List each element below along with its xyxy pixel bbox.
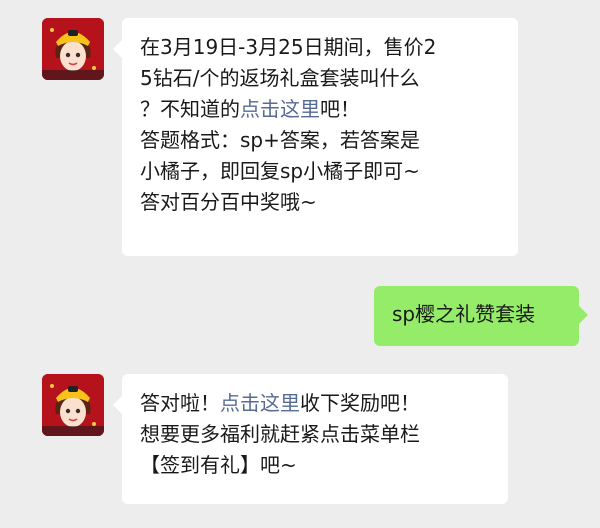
message-line: 【签到有礼】吧~ (140, 453, 297, 477)
message-line: 想要更多福利就赶紧点击菜单栏 (140, 422, 420, 446)
message-line: 5钻石/个的返场礼盒套装叫什么 (140, 66, 420, 90)
message-text: 吧！ (320, 97, 360, 121)
sender-avatar[interactable] (42, 18, 104, 80)
click-here-link[interactable]: 点击这里 (220, 391, 300, 415)
click-here-link[interactable]: 点击这里 (240, 97, 320, 121)
message-line: 在3月19日-3月25日期间，售价2 (140, 35, 437, 59)
message-bubble-incoming: 答对啦！点击这里收下奖励吧！ 想要更多福利就赶紧点击菜单栏 【签到有礼】吧~ (113, 374, 508, 504)
message-line: 答对啦！点击这里收下奖励吧！ (140, 388, 490, 419)
message-line: sp樱之礼赞套装 (392, 302, 536, 326)
message-line: 小橘子，即回复sp小橘子即可~ (140, 159, 420, 183)
game-character-avatar-icon (42, 374, 104, 436)
game-character-avatar-icon (42, 18, 104, 80)
sender-avatar[interactable] (42, 374, 104, 436)
message-text: 收下奖励吧！ (300, 391, 420, 415)
message-line: 答题格式：sp+答案，若答案是 (140, 128, 420, 152)
message-bubble-outgoing: sp樱之礼赞套装 (374, 286, 588, 346)
message-text: ？不知道的 (140, 97, 240, 121)
message-line: ？不知道的点击这里吧！ (140, 94, 500, 125)
message-bubble-incoming: 在3月19日-3月25日期间，售价2 5钻石/个的返场礼盒套装叫什么 ？不知道的… (113, 18, 518, 256)
message-text: 答对啦！ (140, 391, 220, 415)
message-line: 答对百分百中奖哦~ (140, 190, 317, 214)
